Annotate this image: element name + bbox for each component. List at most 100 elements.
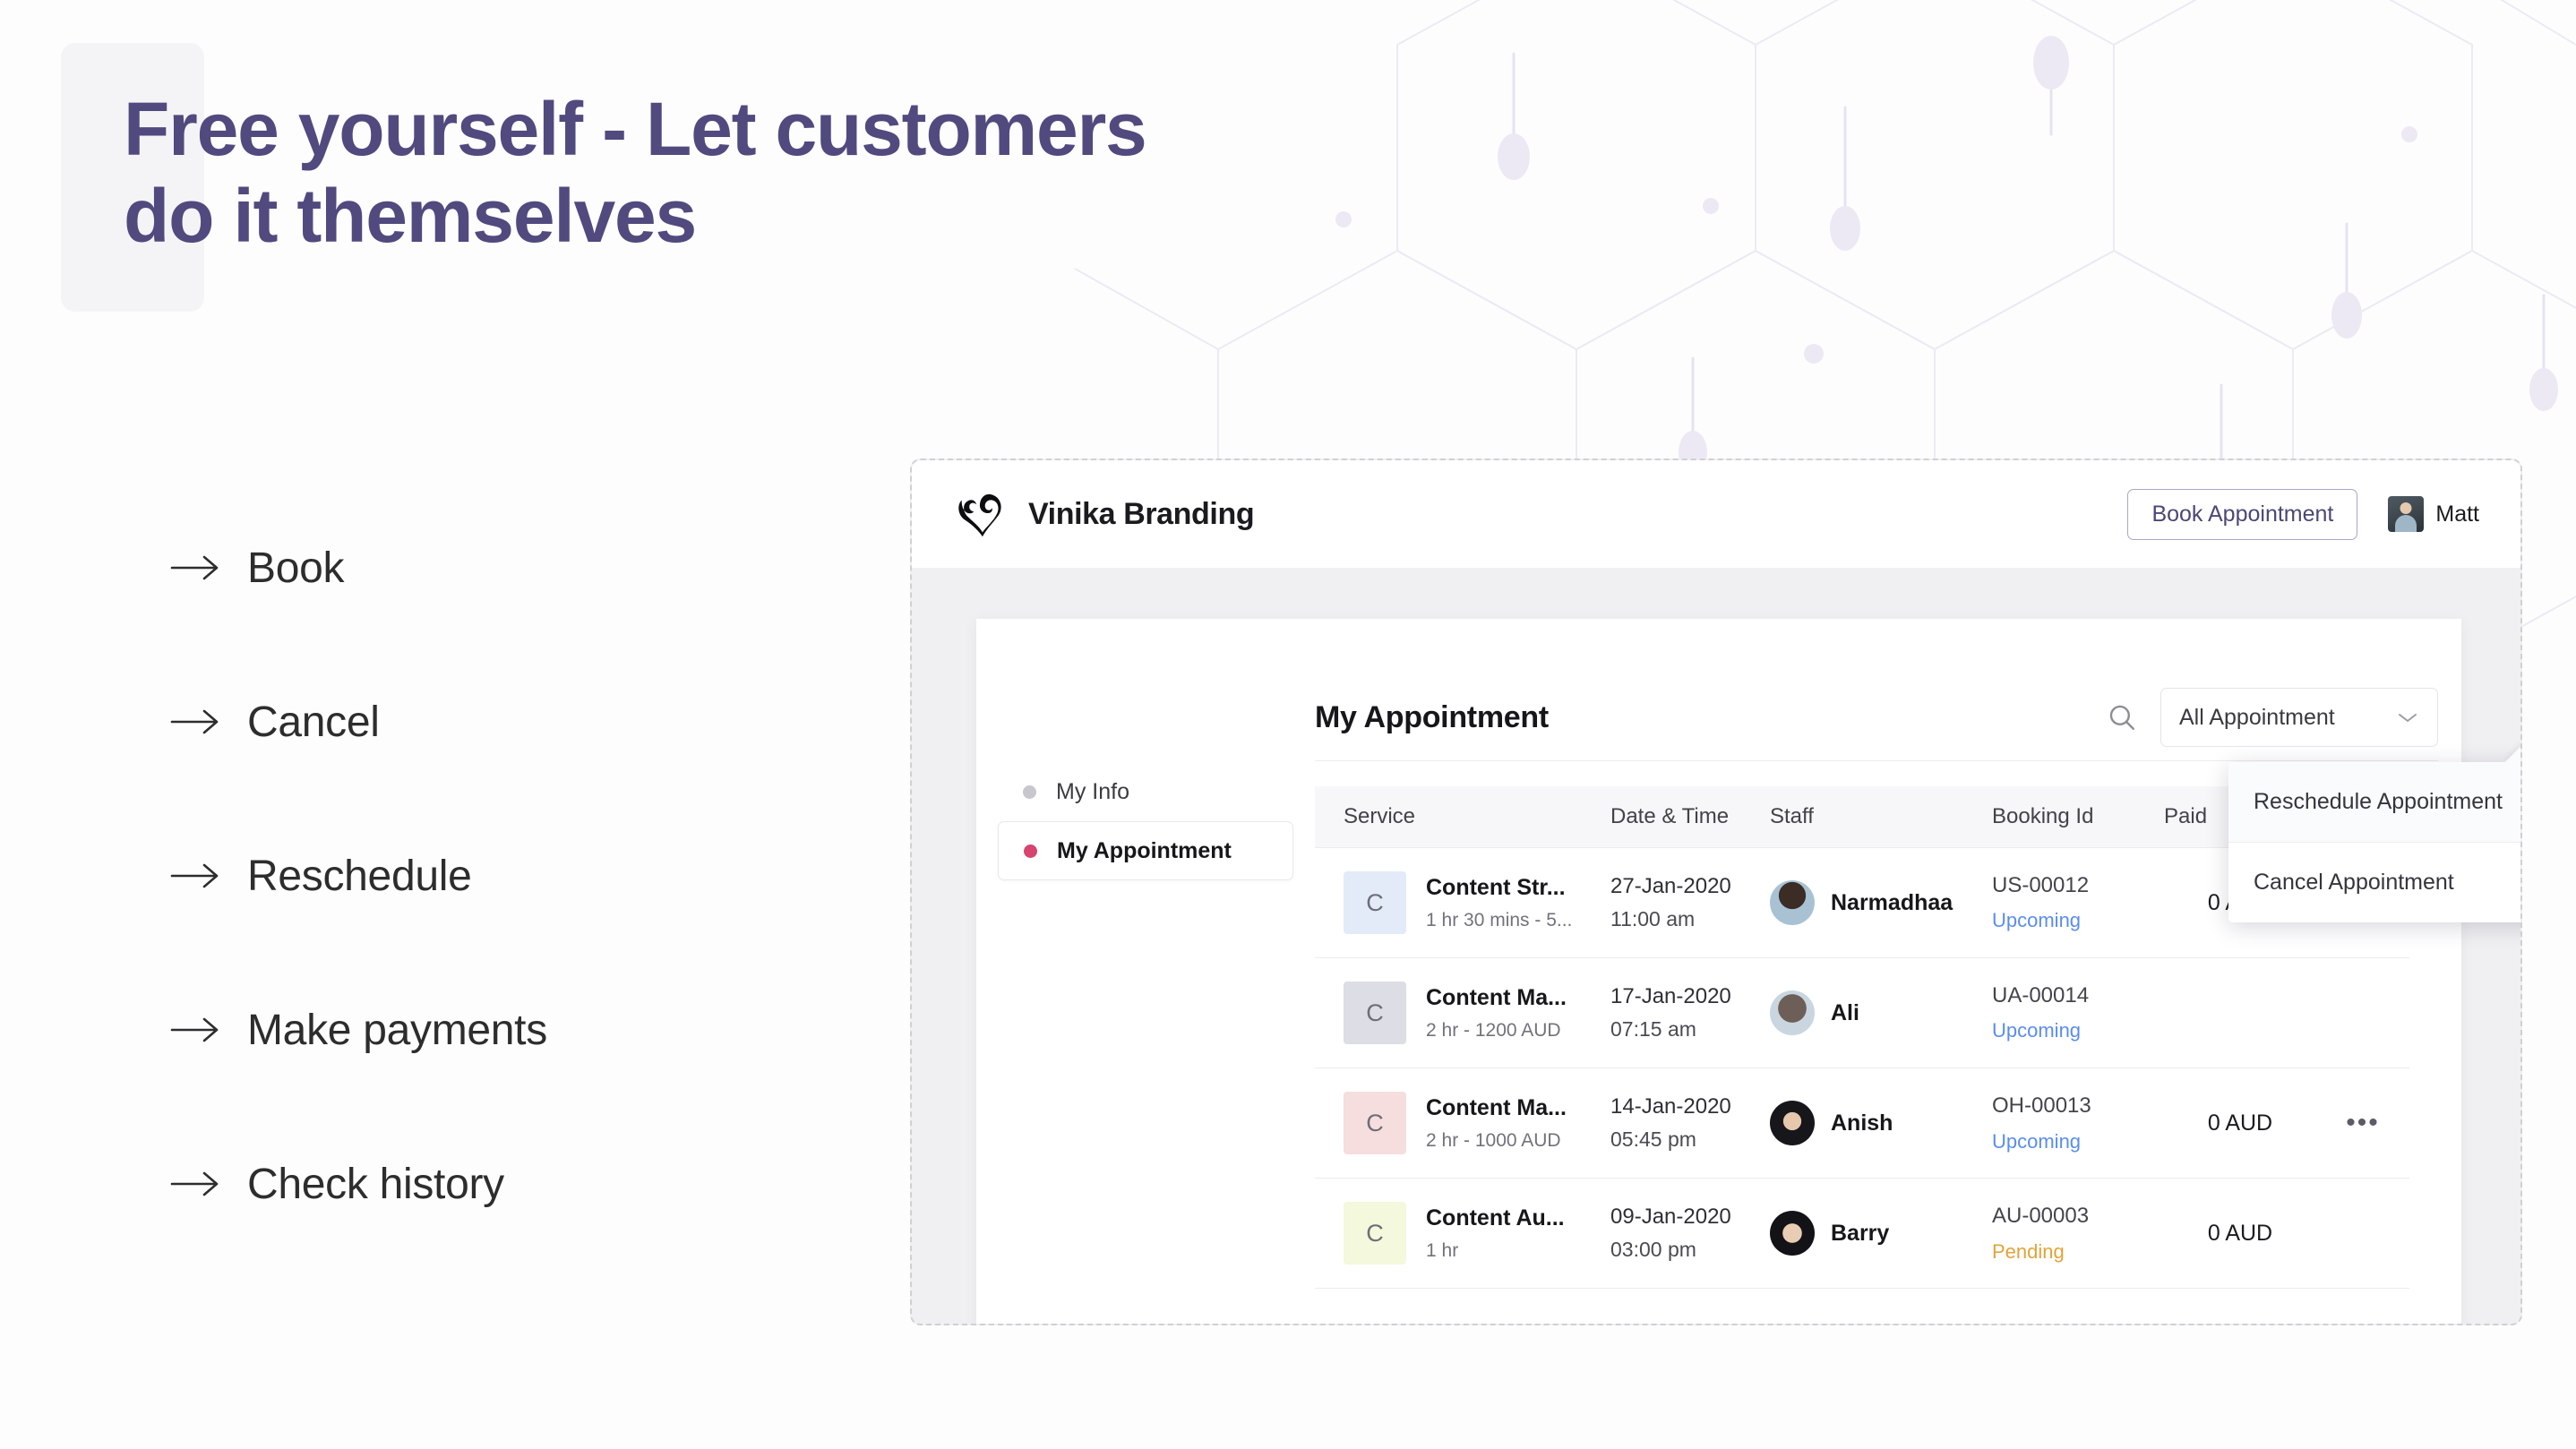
cell-staff: Narmadhaa: [1770, 847, 1992, 959]
cell-paid: 0 AUD: [2164, 1178, 2316, 1290]
cell-service: C Content Ma... 2 hr - 1200 AUD: [1315, 957, 1610, 1069]
filter-value: All Appointment: [2179, 704, 2335, 730]
service-duration: 1 hr 30 mins - 5...: [1426, 909, 1573, 930]
book-appointment-button[interactable]: Book Appointment: [2127, 488, 2358, 540]
booking-id: US-00012: [1992, 873, 2090, 897]
feature-label: Make payments: [247, 1006, 547, 1054]
feature-label: Book: [247, 544, 345, 592]
list-item: Book: [170, 491, 547, 645]
status-badge: Upcoming: [1992, 1019, 2082, 1042]
list-item: Make payments: [170, 953, 547, 1107]
content-card: My Info My Appointment My Appointment Al…: [976, 619, 2520, 1324]
table-row[interactable]: C Content Au... 1 hr 09-Jan-2020 03:00 p…: [1315, 1178, 2409, 1290]
panel-tools: All Appointment: [2107, 688, 2438, 747]
menu-item-cancel-appointment[interactable]: Cancel Appointment: [2228, 843, 2520, 922]
column-header-booking-id: Booking Id: [1992, 786, 2164, 848]
bullet-dot-icon: [1023, 785, 1036, 799]
menu-item-reschedule-appointment[interactable]: Reschedule Appointment: [2228, 762, 2520, 843]
staff-avatar: [1770, 1101, 1815, 1146]
brand: Vinika Branding: [953, 486, 1255, 542]
row-actions-button[interactable]: [2316, 1178, 2409, 1290]
feature-label: Reschedule: [247, 852, 472, 900]
appointment-time: 11:00 am: [1610, 907, 1696, 931]
avatar: [2388, 496, 2425, 532]
arrow-right-icon: [170, 862, 247, 889]
topbar-actions: Book Appointment Matt: [2127, 488, 2479, 540]
cell-staff: Ali: [1770, 957, 1992, 1069]
row-actions-button[interactable]: •••: [2316, 1067, 2409, 1179]
table-row[interactable]: C Content Ma... 2 hr - 1000 AUD 14-Jan-2…: [1315, 1067, 2409, 1179]
service-badge: C: [1344, 1092, 1406, 1155]
service-name: Content Au...: [1426, 1205, 1565, 1231]
service-duration: 2 hr - 1000 AUD: [1426, 1129, 1561, 1151]
cell-datetime: 14-Jan-2020 05:45 pm: [1610, 1067, 1770, 1179]
bullet-dot-icon: [1024, 844, 1037, 858]
sidebar-item-my-appointment[interactable]: My Appointment: [998, 821, 1293, 880]
app-mockup: Vinika Branding Book Appointment Matt My…: [910, 459, 2522, 1325]
app-sidebar: My Info My Appointment: [998, 762, 1293, 880]
service-duration: 2 hr - 1200 AUD: [1426, 1019, 1561, 1041]
row-actions-button[interactable]: [2316, 957, 2409, 1069]
staff-name: Ali: [1831, 999, 1859, 1025]
cell-booking-id: US-00012 Upcoming: [1992, 847, 2164, 959]
booking-id: UA-00014: [1992, 983, 2090, 1008]
chevron-down-icon: [2396, 705, 2419, 731]
table-row[interactable]: C Content Ma... 2 hr - 1200 AUD 17-Jan-2…: [1315, 957, 2409, 1069]
sidebar-item-my-info[interactable]: My Info: [998, 762, 1293, 821]
feature-label: Check history: [247, 1160, 504, 1208]
cell-datetime: 09-Jan-2020 03:00 pm: [1610, 1178, 1770, 1290]
appointment-time: 03:00 pm: [1610, 1238, 1696, 1262]
panel-title: My Appointment: [1315, 699, 1549, 734]
row-action-menu: Reschedule Appointment Cancel Appointmen…: [2228, 762, 2520, 922]
service-name: Content Ma...: [1426, 985, 1567, 1011]
panel-divider: [1315, 760, 2438, 761]
search-icon[interactable]: [2107, 702, 2137, 733]
sidebar-item-label: My Info: [1056, 778, 1129, 804]
status-badge: Pending: [1992, 1239, 2065, 1263]
vinika-logo-icon: [958, 493, 1001, 537]
status-badge: Upcoming: [1992, 1129, 2082, 1153]
staff-name: Anish: [1831, 1110, 1893, 1136]
staff-name: Narmadhaa: [1831, 889, 1953, 915]
cell-service: C Content Ma... 2 hr - 1000 AUD: [1315, 1067, 1610, 1179]
cell-staff: Barry: [1770, 1178, 1992, 1290]
cell-service: C Content Str... 1 hr 30 mins - 5...: [1315, 847, 1610, 959]
column-header-staff: Staff: [1770, 786, 1992, 848]
cell-paid: 0 AUD: [2164, 1067, 2316, 1179]
appointment-filter-select[interactable]: All Appointment: [2160, 688, 2438, 747]
staff-avatar: [1770, 990, 1815, 1036]
slide-canvas: Free yourself - Let customers do it them…: [0, 0, 2576, 1449]
brand-name: Vinika Branding: [1028, 496, 1255, 531]
arrow-right-icon: [170, 1016, 247, 1043]
appointment-time: 07:15 am: [1610, 1017, 1696, 1042]
service-name: Content Str...: [1426, 875, 1566, 901]
arrow-right-icon: [170, 708, 247, 735]
appointment-date: 17-Jan-2020: [1610, 983, 1731, 1008]
arrow-right-icon: [170, 1170, 247, 1197]
feature-list: Book Cancel Reschedule Make payments Che…: [170, 491, 547, 1261]
headline-line-1: Free yourself - Let customers: [124, 87, 1147, 171]
appointment-date: 09-Jan-2020: [1610, 1205, 1731, 1230]
staff-avatar: [1770, 880, 1815, 926]
cell-booking-id: OH-00013 Upcoming: [1992, 1067, 2164, 1179]
service-badge: C: [1344, 871, 1406, 935]
appointment-date: 27-Jan-2020: [1610, 873, 1731, 898]
cell-datetime: 17-Jan-2020 07:15 am: [1610, 957, 1770, 1069]
cell-service: C Content Au... 1 hr: [1315, 1178, 1610, 1290]
cell-paid: [2164, 957, 2316, 1069]
user-menu[interactable]: Matt: [2388, 496, 2479, 532]
appointment-time: 05:45 pm: [1610, 1127, 1696, 1152]
page-title: Free yourself - Let customers do it them…: [124, 86, 1807, 261]
list-item: Reschedule: [170, 799, 547, 953]
appointments-panel: My Appointment All Appointment Service D…: [1315, 674, 2520, 1290]
app-body: My Info My Appointment My Appointment Al…: [912, 568, 2520, 1324]
booking-id: OH-00013: [1992, 1093, 2091, 1119]
panel-header: My Appointment All Appointment: [1315, 674, 2461, 760]
column-header-service: Service: [1315, 786, 1610, 848]
feature-label: Cancel: [247, 698, 380, 746]
status-badge: Upcoming: [1992, 909, 2082, 932]
cell-staff: Anish: [1770, 1067, 1992, 1179]
staff-name: Barry: [1831, 1220, 1890, 1246]
app-topbar: Vinika Branding Book Appointment Matt: [912, 460, 2520, 568]
service-badge: C: [1344, 1202, 1406, 1265]
